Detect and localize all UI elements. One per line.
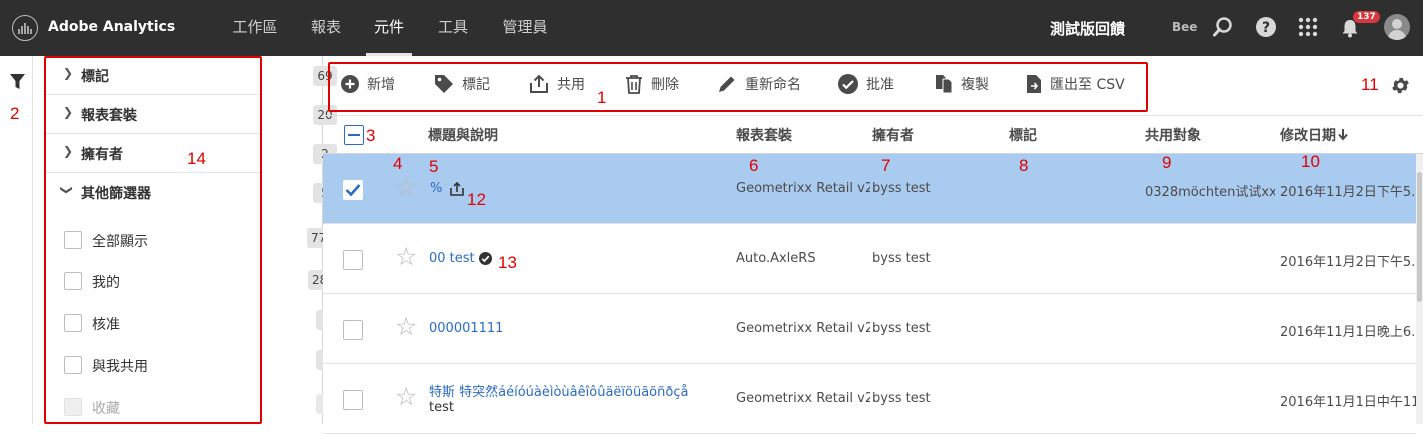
user-label[interactable]: Bee bbox=[1172, 20, 1197, 34]
row-title-link[interactable]: % bbox=[430, 181, 442, 196]
nav-components[interactable]: 元件 bbox=[366, 0, 412, 56]
notification-count-badge: 137 bbox=[1353, 11, 1380, 23]
table-row[interactable]: ☆ 00 test Auto.AxleRS byss test 2016年11月… bbox=[323, 224, 1416, 294]
app-brand[interactable]: Adobe Analytics bbox=[48, 19, 175, 35]
header-report-suite[interactable]: 報表套裝 bbox=[736, 125, 792, 145]
annotation-12: 12 bbox=[467, 190, 486, 209]
row-checkbox[interactable] bbox=[343, 180, 363, 200]
row-report-suite: Geometrixx Retail v2 ... bbox=[736, 391, 870, 406]
annotation-box-toolbar bbox=[328, 62, 1148, 112]
annotation-14: 14 bbox=[187, 149, 206, 168]
row-report-suite: Geometrixx Retail v2 ... bbox=[736, 181, 870, 196]
row-checkbox[interactable] bbox=[343, 250, 363, 270]
annotation-1: 1 bbox=[597, 88, 607, 107]
annotation-10: 10 bbox=[1301, 152, 1320, 171]
adobe-analytics-logo-icon[interactable] bbox=[12, 15, 38, 41]
row-description: test bbox=[429, 400, 454, 415]
row-owner: byss test bbox=[872, 181, 931, 196]
table-scrollbar[interactable] bbox=[1416, 154, 1423, 424]
top-bar: Adobe Analytics 工作區 報表 元件 工具 管理員 測試版回饋 B… bbox=[0, 0, 1423, 56]
select-all-checkbox[interactable] bbox=[344, 125, 364, 145]
approved-check-icon bbox=[479, 252, 492, 265]
annotation-box-filters bbox=[44, 56, 262, 424]
favorite-star-icon[interactable]: ☆ bbox=[395, 244, 417, 269]
table-header: 標題與說明 報表套裝 擁有者 標記 共用對象 修改日期 bbox=[323, 116, 1423, 154]
annotation-7: 7 bbox=[881, 156, 891, 175]
table-row[interactable]: ☆ 000001111 Geometrixx Retail v2 ... bys… bbox=[323, 294, 1416, 364]
user-avatar[interactable] bbox=[1384, 14, 1410, 40]
help-icon[interactable]: ? bbox=[1255, 16, 1277, 38]
favorite-star-icon[interactable]: ☆ bbox=[395, 384, 417, 409]
nav-reports[interactable]: 報表 bbox=[302, 0, 350, 56]
settings-gear-icon[interactable] bbox=[1390, 75, 1411, 96]
header-modified-label: 修改日期 bbox=[1280, 128, 1336, 144]
annotation-11: 11 bbox=[1361, 75, 1379, 94]
row-modified-date: 2016年11月1日中午11... bbox=[1280, 395, 1416, 410]
annotation-6: 6 bbox=[749, 156, 759, 175]
row-checkbox[interactable] bbox=[343, 320, 363, 340]
row-shared-with: 0328möchten试试xx... bbox=[1145, 185, 1275, 200]
shared-icon bbox=[450, 182, 464, 196]
filter-icon[interactable] bbox=[10, 74, 25, 90]
header-tags[interactable]: 標記 bbox=[1009, 125, 1037, 145]
checkmark-icon bbox=[345, 184, 361, 197]
annotation-4: 4 bbox=[393, 154, 403, 173]
annotation-8: 8 bbox=[1019, 156, 1029, 175]
annotation-2: 2 bbox=[10, 104, 20, 123]
nav-tools[interactable]: 工具 bbox=[430, 0, 476, 56]
annotation-3: 3 bbox=[366, 126, 376, 145]
nav-admin[interactable]: 管理員 bbox=[494, 0, 556, 56]
annotation-9: 9 bbox=[1162, 153, 1172, 172]
row-title-link[interactable]: 特斯 特突然áéíóúàèìòùâêîôûäëïöüãõñðçå bbox=[429, 381, 688, 400]
row-title-link[interactable]: 000001111 bbox=[429, 321, 503, 336]
header-title[interactable]: 標題與說明 bbox=[428, 125, 498, 145]
search-icon[interactable] bbox=[1212, 16, 1234, 38]
row-modified-date: 2016年11月2日下午5... bbox=[1280, 255, 1416, 270]
scrollbar-thumb[interactable] bbox=[1417, 172, 1422, 302]
row-owner: byss test bbox=[872, 391, 931, 406]
favorite-star-icon[interactable]: ☆ bbox=[395, 174, 417, 199]
beta-feedback-link[interactable]: 測試版回饋 bbox=[1050, 18, 1125, 39]
favorite-star-icon[interactable]: ☆ bbox=[395, 314, 417, 339]
row-checkbox[interactable] bbox=[343, 390, 363, 410]
sort-descending-arrow-icon bbox=[1338, 129, 1348, 141]
svg-text:?: ? bbox=[1262, 20, 1270, 36]
row-report-suite: Auto.AxleRS bbox=[736, 251, 816, 266]
row-modified-date: 2016年11月2日下午5... bbox=[1280, 185, 1416, 200]
app-switcher-icon[interactable] bbox=[1297, 16, 1319, 38]
annotation-13: 13 bbox=[498, 253, 517, 272]
row-owner: byss test bbox=[872, 251, 931, 266]
row-title-link[interactable]: 00 test bbox=[429, 251, 475, 266]
header-owner[interactable]: 擁有者 bbox=[872, 125, 914, 145]
nav-workspace[interactable]: 工作區 bbox=[224, 0, 286, 56]
table-row[interactable]: ☆ % Geometrixx Retail v2 ... byss test 0… bbox=[323, 154, 1416, 224]
annotation-5: 5 bbox=[429, 157, 439, 176]
row-report-suite: Geometrixx Retail v2 ... bbox=[736, 321, 870, 336]
row-modified-date: 2016年11月1日晚上6... bbox=[1280, 325, 1416, 340]
header-modified-date[interactable]: 修改日期 bbox=[1280, 125, 1348, 145]
header-shared-with[interactable]: 共用對象 bbox=[1145, 125, 1201, 145]
row-owner: byss test bbox=[872, 321, 931, 336]
